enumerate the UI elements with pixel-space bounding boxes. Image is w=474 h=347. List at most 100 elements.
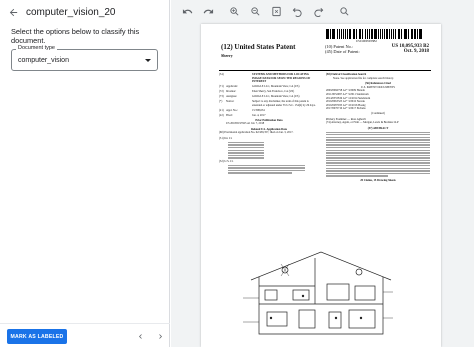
barcode-bar [347, 29, 348, 39]
intcl-lines [219, 141, 319, 159]
document-type-select[interactable]: Document type computer_vision [11, 45, 158, 71]
mark-as-labeled-button[interactable]: MARK AS LABELED [7, 329, 67, 344]
zoom-in-button[interactable] [225, 2, 243, 20]
barcode-bar [336, 29, 338, 39]
bib-val: 15/398,634 [252, 108, 265, 112]
chevron-right-icon [158, 333, 162, 339]
barcode-bar [342, 29, 344, 39]
uscl-lines [219, 164, 319, 174]
fit-page-icon [271, 6, 281, 16]
chevron-left-icon [138, 333, 142, 339]
barcode-bar [375, 29, 377, 39]
bib-val: GOOGLE LLC, Mountain View, CA (US) [252, 85, 300, 89]
bib-num: (22) [219, 113, 224, 117]
redo-button[interactable] [199, 2, 217, 20]
attorney: (74) Attorney, Agent, or Firm — Morgan, … [326, 121, 399, 125]
dropdown-caret-icon [145, 59, 151, 62]
undo-button[interactable] [178, 2, 196, 20]
barcode-bar [333, 29, 336, 39]
abstract-title: (57) ABSTRACT [367, 126, 389, 130]
panel-header: computer_vision_20 [0, 0, 169, 24]
patent-header-left: (12) United States Patent Sherry [221, 43, 295, 58]
patent-inventor-short: Sherry [221, 53, 233, 58]
document-viewer: US010095933B2 (12) United States Patent … [171, 0, 474, 347]
search-button[interactable] [335, 2, 353, 20]
barcode-bar [355, 29, 357, 39]
viewer-toolbar [171, 0, 474, 22]
bib-num: (71) [219, 85, 224, 89]
bib-key: Filed: [226, 113, 233, 117]
bib-key [226, 73, 252, 84]
barcode-bar [414, 29, 416, 39]
intcl-label: (51) Int. Cl. [219, 137, 233, 141]
barcode-bar [379, 29, 381, 39]
barcode-bar [418, 29, 420, 39]
references-list: 2009/0066758 A1* 3/2009 Harada 2011/00520… [326, 89, 430, 111]
back-button[interactable] [4, 3, 22, 21]
bib-val: Subject to any disclaimer, the term of t… [252, 100, 316, 107]
references-continued: (Continued) [371, 111, 385, 115]
rotate-right-button[interactable] [309, 2, 327, 20]
search-icon [339, 6, 348, 15]
abstract-body [326, 131, 430, 177]
bib-num: (21) [219, 108, 224, 112]
barcode-bar [389, 29, 390, 39]
bib-row: (54) SYSTEMS AND METHODS FOR LOCATING IMA… [219, 73, 319, 84]
bib-row: (73) Assignee: GOOGLE LLC, Mountain View, … [219, 95, 319, 99]
zoom-out-button[interactable] [246, 2, 264, 20]
bib-row: (*) Notice: Subject to any disclaimer, the… [219, 100, 319, 107]
references-column: (58) Field of Classification Search None… [326, 73, 430, 182]
barcode-bar [381, 29, 383, 39]
patent-page: US010095933B2 (12) United States Patent … [201, 24, 441, 347]
bib-key: Assignee: [226, 95, 238, 99]
barcode-bar [359, 29, 361, 39]
bibliographic-column: (54) SYSTEMS AND METHODS FOR LOCATING IMA… [219, 73, 319, 175]
bib-num: (54) [219, 73, 224, 76]
zoom-in-icon [229, 6, 238, 15]
rotate-left-button[interactable] [288, 2, 306, 20]
barcode-bar [329, 29, 331, 39]
patent-date-label: (45) Date of Patent: [325, 49, 360, 54]
barcode-bar [392, 29, 394, 39]
barcode-bar [366, 29, 368, 39]
patent-date: Oct. 9, 2018 [403, 49, 429, 54]
fit-page-button[interactable] [267, 2, 285, 20]
classification-panel: computer_vision_20 Select the options be… [0, 0, 170, 347]
barcode-bar [361, 29, 364, 39]
page-title: computer_vision_20 [26, 6, 116, 18]
next-button[interactable] [153, 329, 167, 343]
claims-count: 20 Claims, 15 Drawing Sheets [360, 178, 396, 182]
arrow-back-icon [9, 8, 17, 16]
previous-button[interactable] [133, 329, 147, 343]
reference-row: 2017/0070710 A1* 3/2017 Eichens [326, 107, 366, 111]
panel-footer: MARK AS LABELED [0, 323, 170, 347]
barcode-bar [340, 29, 342, 39]
barcode [326, 29, 424, 39]
document-type-value: computer_vision [18, 57, 69, 64]
bib-num: (*) [219, 100, 223, 104]
barcode-bar [373, 29, 375, 39]
instructions-text: Select the options below to classify thi… [11, 27, 140, 45]
patent-country: (12) United States Patent [221, 43, 296, 51]
bib-num: (73) [219, 95, 224, 99]
undo-icon [182, 8, 192, 13]
bib-key: Appl. No.: [226, 108, 238, 112]
barcode-bar [368, 29, 370, 39]
barcode-bar [353, 29, 355, 39]
zoom-out-icon [250, 6, 259, 15]
patent-drawing [243, 251, 393, 335]
prior-pub: US 2018/0197925 A1 Jul. 7, 2018 [226, 122, 265, 126]
barcode-bar [395, 29, 396, 39]
barcode-bar [398, 29, 401, 39]
bib-row: (71) Applicant: GOOGLE LLC, Mountain View,… [219, 85, 319, 89]
barcode-bar [412, 29, 414, 39]
bib-key: Inventor: [226, 90, 237, 94]
bib-row: (72) Inventor: Eden Sherry, San Francisco,… [219, 90, 319, 94]
bib-val: GOOGLE LLC, Mountain View, CA (US) [252, 95, 300, 99]
rotate-right-icon [313, 7, 323, 17]
bib-num: (72) [219, 90, 224, 94]
barcode-bar [420, 29, 423, 39]
bib-val: SYSTEMS AND METHODS FOR LOCATING IMAGE D… [252, 73, 311, 84]
barcode-bar [401, 29, 402, 39]
barcode-bar [327, 29, 329, 39]
